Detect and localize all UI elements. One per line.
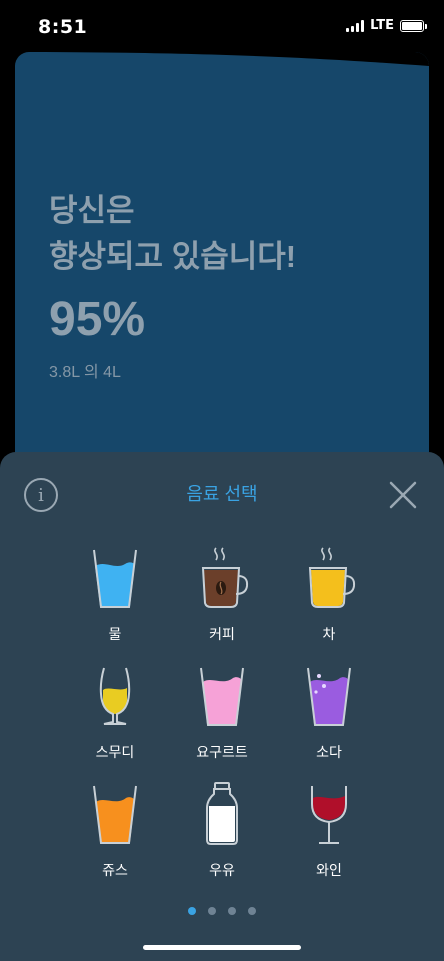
status-time: 8:51 xyxy=(38,16,88,38)
drink-item-smoothie[interactable]: 스무디 xyxy=(60,664,170,764)
drink-item-soda[interactable]: 소다 xyxy=(274,664,384,764)
drink-label: 커피 xyxy=(209,626,235,642)
water-glass-icon xyxy=(93,549,137,608)
home-indicator[interactable] xyxy=(143,945,301,950)
drink-item-tea[interactable]: 차 xyxy=(274,546,384,646)
close-icon[interactable] xyxy=(386,478,420,512)
progress-amount: 3.8L 의 4L xyxy=(49,364,121,381)
drink-label: 쥬스 xyxy=(102,862,128,878)
juice-glass-icon xyxy=(93,785,137,844)
status-bar: 8:51 LTE xyxy=(0,0,444,50)
network-label: LTE xyxy=(370,18,394,33)
sheet-title: 음료 선택 xyxy=(186,484,258,504)
drink-item-yogurt[interactable]: 요구르트 xyxy=(167,664,277,764)
page-dot-2[interactable] xyxy=(208,907,216,915)
drink-item-juice[interactable]: 쥬스 xyxy=(60,782,170,882)
sheet-header: i 음료 선택 xyxy=(0,452,444,537)
page-dot-1[interactable] xyxy=(188,907,196,915)
coffee-cup-icon xyxy=(201,547,249,608)
drink-item-water[interactable]: 물 xyxy=(60,546,170,646)
smoothie-glass-icon xyxy=(99,667,131,725)
battery-icon xyxy=(400,19,427,32)
progress-percent: 95% xyxy=(49,293,146,346)
drink-item-coffee[interactable]: 커피 xyxy=(167,546,277,646)
cellular-signal-icon xyxy=(346,19,365,32)
progress-title: 당신은 향상되고 있습니다! xyxy=(49,188,296,280)
milk-bottle-icon xyxy=(206,782,238,845)
drink-label: 스무디 xyxy=(95,744,135,760)
wine-glass-icon xyxy=(311,786,347,844)
soda-glass-icon xyxy=(307,667,351,726)
drink-item-milk[interactable]: 우유 xyxy=(167,782,277,882)
drink-label: 와인 xyxy=(316,862,342,878)
yogurt-glass-icon xyxy=(200,667,244,726)
progress-title-line1: 당신은 xyxy=(49,193,135,228)
app-screen: 8:51 LTE 당신은 향상되고 있습니다! 95% 3.8L 의 4L i … xyxy=(0,0,444,961)
drink-selection-sheet: i 음료 선택 물 커피 차 스무디 요구르트 소다 쥬스 우유 와인 xyxy=(0,452,444,961)
page-indicator[interactable] xyxy=(0,907,444,915)
tea-cup-icon xyxy=(308,547,356,608)
drink-label: 차 xyxy=(322,626,336,642)
drink-label: 요구르트 xyxy=(196,744,248,760)
progress-title-line2: 향상되고 있습니다! xyxy=(49,239,297,274)
page-dot-4[interactable] xyxy=(248,907,256,915)
water-wave-icon xyxy=(15,52,429,66)
drink-label: 물 xyxy=(108,626,122,642)
page-dot-3[interactable] xyxy=(228,907,236,915)
status-indicators: LTE xyxy=(346,18,427,33)
drink-label: 우유 xyxy=(209,862,235,878)
drink-item-wine[interactable]: 와인 xyxy=(274,782,384,882)
drink-label: 소다 xyxy=(316,744,342,760)
